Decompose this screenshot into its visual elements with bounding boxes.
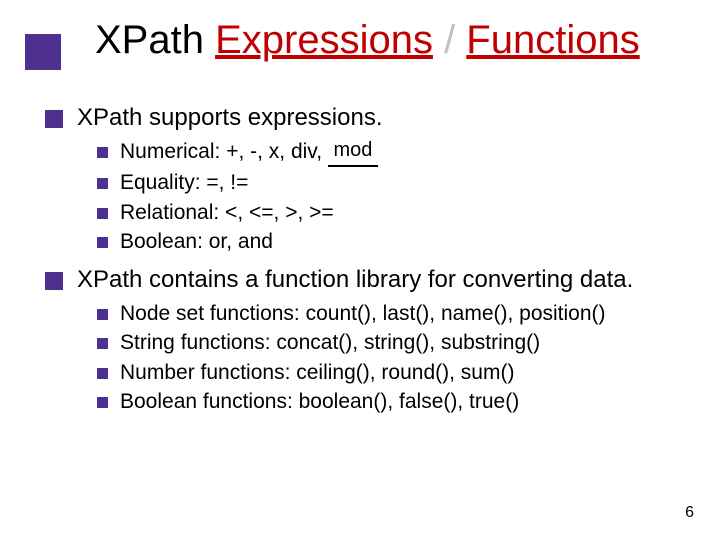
list-item: Relational: <, <=, >, >= bbox=[97, 200, 710, 226]
blank-answer: mod bbox=[328, 138, 378, 163]
square-bullet-icon bbox=[45, 272, 63, 290]
list-item: String functions: concat(), string(), su… bbox=[97, 330, 710, 356]
item-prefix: Numerical: +, -, x, div, bbox=[120, 140, 328, 163]
list-item: Boolean: or, and bbox=[97, 229, 710, 255]
list-item-text: Node set functions: count(), last(), nam… bbox=[120, 301, 606, 327]
list-item-text: Number functions: ceiling(), round(), su… bbox=[120, 360, 514, 386]
list-item: Number functions: ceiling(), round(), su… bbox=[97, 360, 710, 386]
square-bullet-icon bbox=[97, 309, 108, 320]
square-bullet-icon bbox=[97, 368, 108, 379]
list-item-text: Relational: <, <=, >, >= bbox=[120, 200, 334, 226]
list-item-text: Equality: =, != bbox=[120, 170, 248, 196]
square-bullet-icon bbox=[97, 397, 108, 408]
section-items: Node set functions: count(), last(), nam… bbox=[97, 301, 710, 415]
list-item-text: String functions: concat(), string(), su… bbox=[120, 330, 540, 356]
section-heading-text: XPath supports expressions. bbox=[77, 103, 383, 133]
list-item-text: Boolean functions: boolean(), false(), t… bbox=[120, 389, 519, 415]
slide: XPath Expressions / Functions XPath supp… bbox=[0, 0, 720, 540]
title-link-functions[interactable]: Functions bbox=[466, 18, 639, 62]
square-bullet-icon bbox=[97, 178, 108, 189]
slide-title: XPath Expressions / Functions bbox=[95, 18, 640, 63]
accent-square bbox=[25, 34, 61, 70]
list-item: Numerical: +, -, x, div, mod bbox=[97, 139, 710, 167]
section-heading-text: XPath contains a function library for co… bbox=[77, 265, 633, 295]
fill-in-blank: mod bbox=[328, 139, 378, 167]
slide-body: XPath supports expressions. Numerical: +… bbox=[45, 95, 710, 425]
list-item-text: Boolean: or, and bbox=[120, 229, 273, 255]
section-heading: XPath contains a function library for co… bbox=[45, 265, 710, 295]
title-part1: XPath bbox=[95, 18, 215, 62]
list-item: Boolean functions: boolean(), false(), t… bbox=[97, 389, 710, 415]
square-bullet-icon bbox=[97, 237, 108, 248]
page-number: 6 bbox=[685, 504, 694, 522]
square-bullet-icon bbox=[45, 110, 63, 128]
square-bullet-icon bbox=[97, 338, 108, 349]
list-item: Node set functions: count(), last(), nam… bbox=[97, 301, 710, 327]
section-heading: XPath supports expressions. bbox=[45, 103, 710, 133]
title-separator: / bbox=[433, 18, 466, 62]
section-items: Numerical: +, -, x, div, mod Equality: =… bbox=[97, 139, 710, 255]
square-bullet-icon bbox=[97, 208, 108, 219]
title-link-expressions[interactable]: Expressions bbox=[215, 18, 433, 62]
list-item-text: Numerical: +, -, x, div, mod bbox=[120, 139, 378, 167]
square-bullet-icon bbox=[97, 147, 108, 158]
list-item: Equality: =, != bbox=[97, 170, 710, 196]
